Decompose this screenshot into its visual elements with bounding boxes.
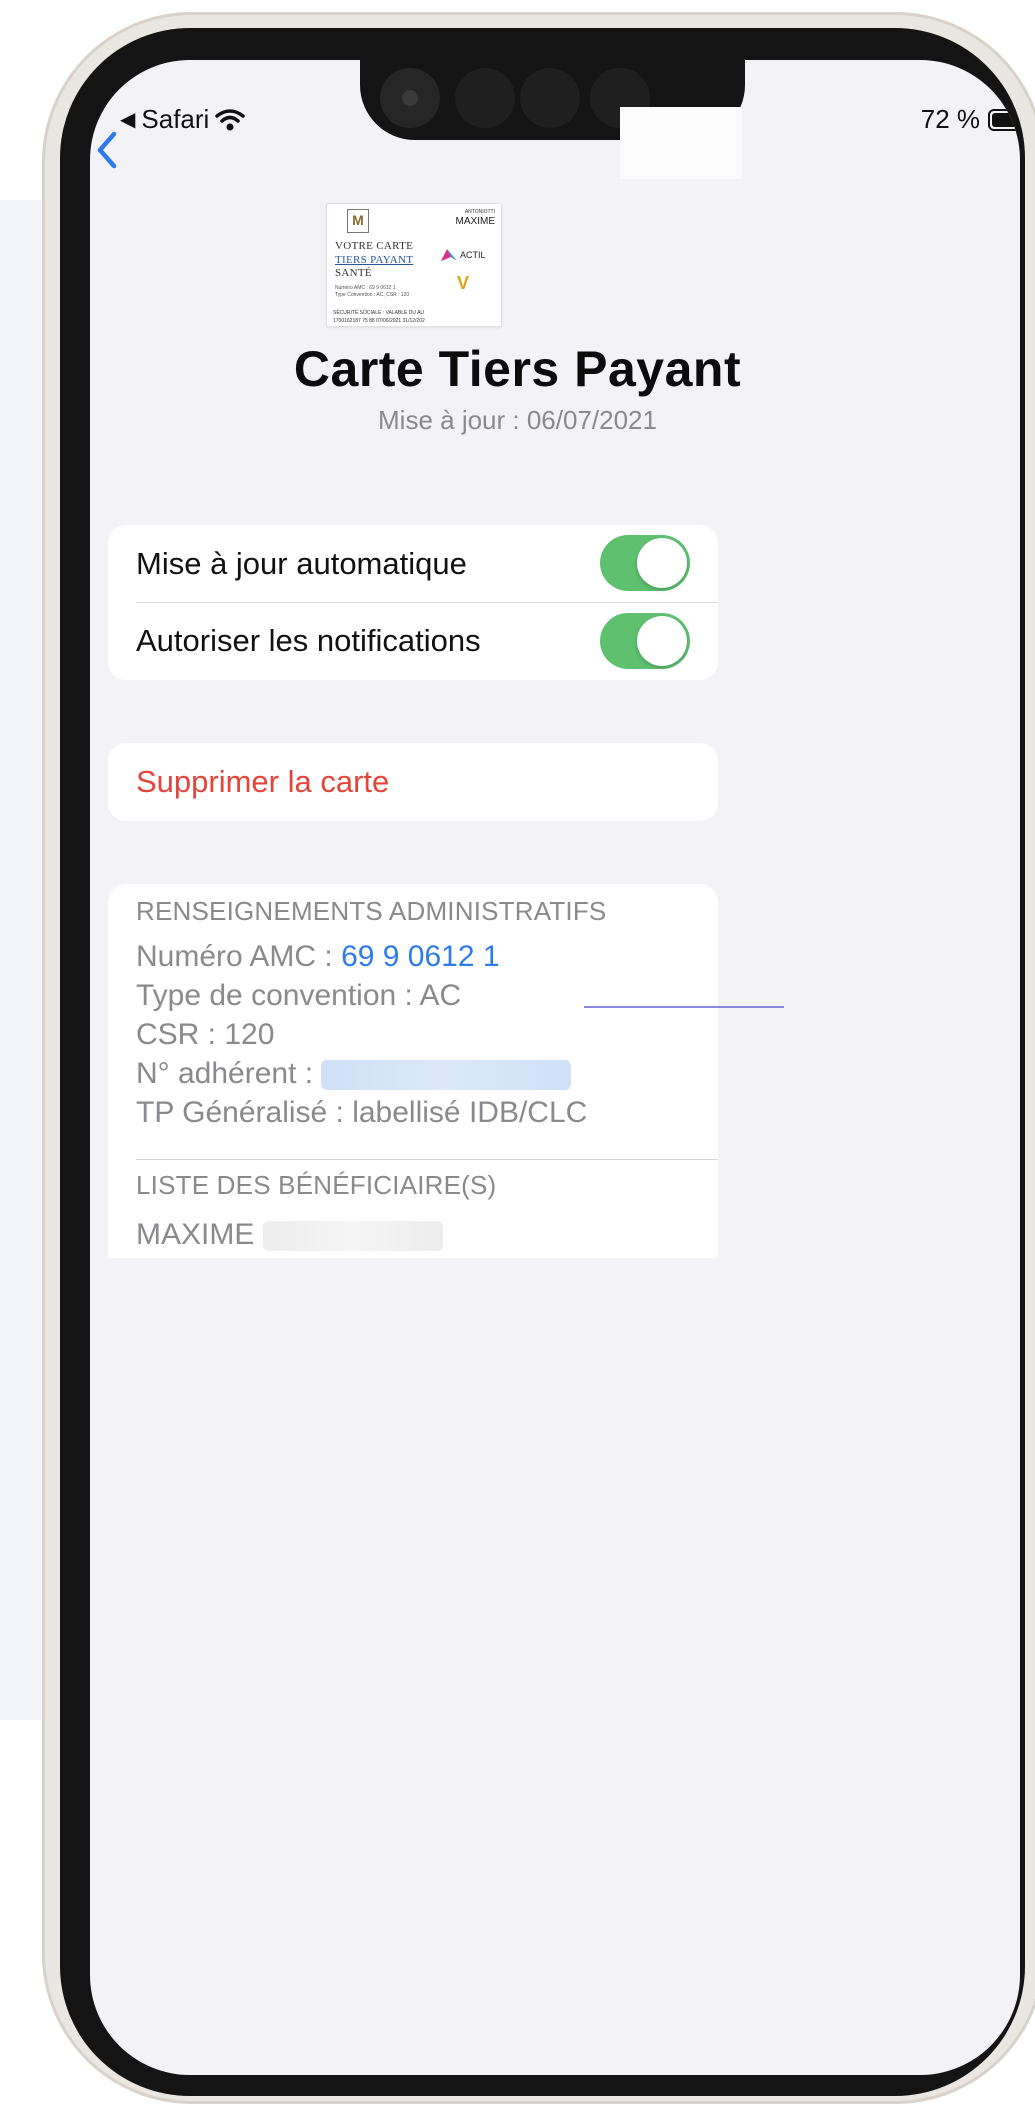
- actil-triangle-icon: [441, 249, 457, 261]
- actil-logo: ACTIL: [441, 249, 486, 261]
- back-triangle-icon: ◀: [120, 109, 136, 131]
- admin-info-block: RENSEIGNEMENTS ADMINISTRATIFS Numéro AMC…: [108, 884, 718, 1132]
- beneficiary-item: MAXIME: [136, 1215, 496, 1254]
- card-text-line3: SANTÉ: [335, 267, 372, 279]
- sensor-icon: [455, 68, 515, 128]
- card-holder: ANTONIOTTI MAXIME: [456, 210, 495, 227]
- beneficiaries-title: LISTE DES BÉNÉFICIAIRE(S): [136, 1170, 497, 1200]
- beneficiary-first-name: MAXIME: [136, 1218, 255, 1251]
- delete-card-label: Supprimer la carte: [136, 764, 390, 799]
- v-logo-icon: V: [457, 273, 470, 293]
- back-chevron-icon[interactable]: [92, 130, 122, 170]
- annotation-line: [584, 1006, 784, 1008]
- admin-info-group: RENSEIGNEMENTS ADMINISTRATIFS Numéro AMC…: [108, 884, 718, 1258]
- card-foot-labels: SÉCURITÉ SOCIALE : VALABLE DU AU: [333, 310, 425, 316]
- card-text-line1: VOTRE CARTE: [335, 240, 414, 252]
- adherent-label: N° adhérent :: [136, 1057, 322, 1090]
- auto-update-row: Mise à jour automatique: [108, 525, 718, 602]
- toggle-knob: [637, 616, 687, 666]
- settings-group: Mise à jour automatique Autoriser les no…: [108, 525, 718, 680]
- notifications-toggle[interactable]: [600, 613, 690, 669]
- back-app-label: Safari: [141, 104, 210, 134]
- auto-update-label: Mise à jour automatique: [136, 545, 467, 581]
- section-divider: [136, 1159, 718, 1160]
- card-text-line2: TIERS PAYANT: [335, 254, 414, 266]
- battery-percent: 72 %: [920, 104, 980, 134]
- status-bar-left[interactable]: ◀ Safari: [120, 104, 246, 135]
- delete-group: Supprimer la carte: [108, 743, 718, 821]
- tp-line: TP Généralisé : labellisé IDB/CLC: [136, 1096, 588, 1129]
- wifi-icon: [215, 108, 246, 130]
- redaction-overlay: [620, 107, 742, 179]
- card-foot-values: 1700162187 75 88 07/06/2021 31/12/202: [333, 318, 425, 324]
- card-holder-name: MAXIME: [455, 216, 495, 227]
- notifications-row: Autoriser les notifications: [136, 602, 718, 679]
- card-numero: Numéro AMC : 69 9 0612 1: [335, 285, 396, 291]
- csr-line: CSR : 120: [136, 1018, 275, 1051]
- page-subtitle: Mise à jour : 06/07/2021: [378, 405, 657, 435]
- card-thumbnail: M ANTONIOTTI MAXIME VOTRE CARTE TIERS PA…: [326, 203, 502, 327]
- convention-line: Type de convention : AC: [136, 979, 462, 1012]
- beneficiary-redacted: [262, 1221, 443, 1252]
- adherent-line: N° adhérent :: [136, 1054, 690, 1093]
- status-bar-right: 72 %: [921, 104, 1020, 135]
- page-title: Carte Tiers Payant: [293, 341, 742, 397]
- amc-label: Numéro AMC :: [136, 940, 342, 973]
- battery-icon: [988, 108, 1020, 131]
- battery-fill: [992, 112, 1018, 127]
- beneficiaries-block: LISTE DES BÉNÉFICIAIRE(S) MAXIME: [108, 1170, 524, 1254]
- sensor-icon: [520, 68, 580, 128]
- auto-update-toggle[interactable]: [600, 535, 690, 591]
- admin-section-title: RENSEIGNEMENTS ADMINISTRATIFS: [136, 896, 607, 926]
- card-holder-surname: ANTONIOTTI: [464, 209, 495, 215]
- actil-label: ACTIL: [460, 250, 486, 260]
- adherent-redacted: [321, 1060, 572, 1091]
- toggle-knob: [637, 538, 687, 588]
- mutuelle-logo-icon: M: [347, 209, 369, 233]
- amc-line: Numéro AMC : 69 9 0612 1: [136, 937, 690, 976]
- card-convention: Type Convention : AC, CSR : 120: [335, 292, 410, 298]
- front-camera-icon: [380, 68, 440, 128]
- amc-value-link[interactable]: 69 9 0612 1: [341, 940, 499, 973]
- delete-card-button[interactable]: Supprimer la carte: [108, 743, 718, 821]
- notifications-label: Autoriser les notifications: [136, 623, 481, 658]
